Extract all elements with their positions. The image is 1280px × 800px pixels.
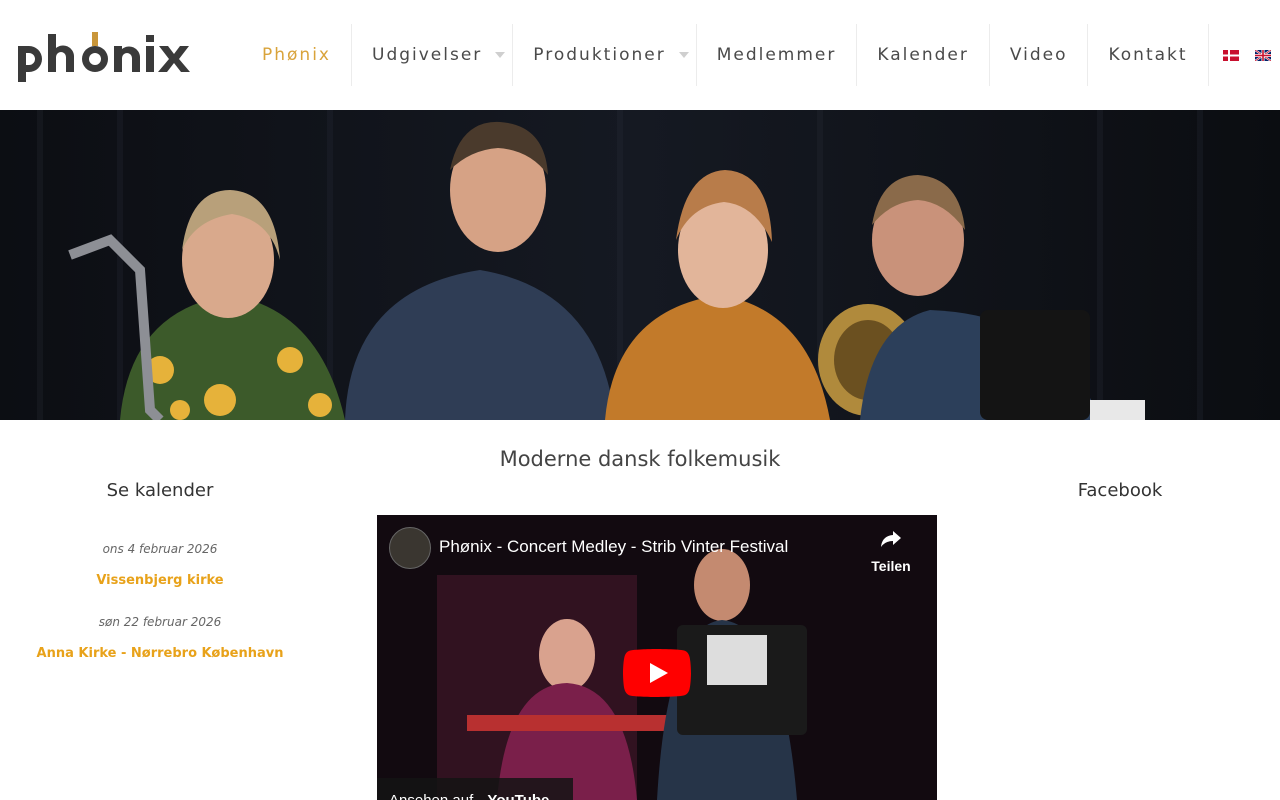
language-switcher bbox=[1209, 24, 1271, 86]
danish-flag-icon[interactable] bbox=[1222, 49, 1239, 61]
nav-item-label: Kontakt bbox=[1108, 45, 1188, 65]
nav-item-udgivelser[interactable]: Udgivelser bbox=[352, 24, 514, 86]
channel-avatar[interactable] bbox=[389, 527, 431, 569]
nav-item-label: Video bbox=[1009, 45, 1068, 65]
caret-down-icon bbox=[495, 52, 506, 58]
event-venue-link[interactable]: Anna Kirke - Nørrebro København bbox=[0, 646, 320, 661]
nav-item-label: Medlemmer bbox=[716, 45, 837, 65]
nav-item-video[interactable]: Video bbox=[990, 24, 1089, 86]
main-nav: Phønix Udgivelser Produktioner Medlemmer… bbox=[242, 24, 1271, 86]
caret-down-icon bbox=[678, 52, 689, 58]
nav-item-label: Kalender bbox=[877, 45, 969, 65]
youtube-play-icon[interactable] bbox=[623, 649, 691, 697]
event-date: søn 22 februar 2026 bbox=[98, 615, 222, 629]
share-button[interactable]: Teilen bbox=[867, 527, 915, 575]
site-header: Phønix Udgivelser Produktioner Medlemmer… bbox=[0, 0, 1280, 110]
band-photo-image bbox=[0, 110, 1280, 420]
nav-item-medlemmer[interactable]: Medlemmer bbox=[697, 24, 858, 86]
event-venue-link[interactable]: Vissenbjerg kirke bbox=[0, 573, 320, 588]
youtube-logo-icon: YouTube bbox=[487, 792, 549, 800]
watch-label: Ansehen auf bbox=[389, 792, 473, 800]
nav-item-phonix[interactable]: Phønix bbox=[242, 24, 352, 86]
nav-item-label: Phønix bbox=[262, 45, 331, 65]
nav-item-label: Udgivelser bbox=[372, 45, 483, 65]
watch-on-youtube-button[interactable]: Ansehen auf YouTube bbox=[377, 778, 573, 800]
youtube-video-embed[interactable]: Phønix - Concert Medley - Strib Vinter F… bbox=[377, 515, 937, 800]
nav-item-kontakt[interactable]: Kontakt bbox=[1088, 24, 1209, 86]
site-logo[interactable] bbox=[16, 30, 212, 82]
share-label: Teilen bbox=[871, 558, 911, 574]
page-heading: Moderne dansk folkemusik bbox=[499, 447, 781, 471]
video-title[interactable]: Phønix - Concert Medley - Strib Vinter F… bbox=[439, 537, 788, 557]
event-date: ons 4 februar 2026 bbox=[102, 542, 218, 556]
share-arrow-icon bbox=[881, 531, 901, 547]
calendar-title[interactable]: Se kalender bbox=[60, 480, 260, 501]
nav-item-kalender[interactable]: Kalender bbox=[857, 24, 990, 86]
nav-item-label: Produktioner bbox=[533, 45, 666, 65]
phonix-logo-icon bbox=[18, 32, 190, 82]
hero-band-photo bbox=[0, 110, 1280, 420]
nav-item-produktioner[interactable]: Produktioner bbox=[513, 24, 697, 86]
facebook-title[interactable]: Facebook bbox=[1020, 480, 1220, 501]
english-flag-icon[interactable] bbox=[1254, 49, 1271, 61]
